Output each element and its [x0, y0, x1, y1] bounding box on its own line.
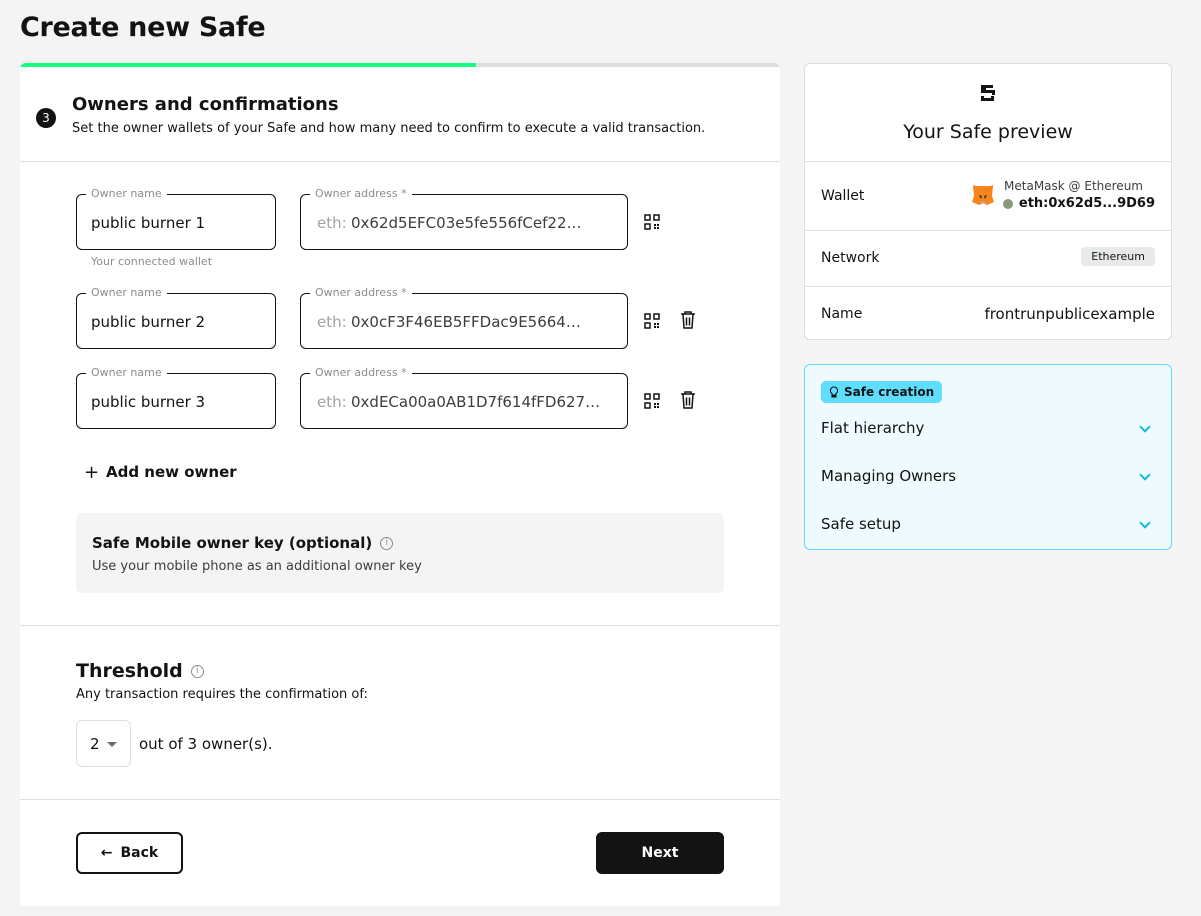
threshold-title: Threshold i: [76, 660, 204, 682]
mobile-owner-key-box[interactable]: Safe Mobile owner key (optional) i Use y…: [76, 513, 724, 593]
lightbulb-icon: [829, 386, 839, 398]
accordion-safe-setup[interactable]: Safe setup: [821, 510, 1157, 540]
address-prefix: eth:: [317, 393, 347, 411]
preview-title: Your Safe preview: [903, 121, 1073, 143]
back-button[interactable]: ← Back: [76, 832, 183, 874]
section-divider: [20, 799, 780, 800]
threshold-value: 2: [90, 735, 100, 753]
preview-name-row: Name frontrunpublicexample: [805, 286, 1171, 339]
info-icon[interactable]: i: [380, 536, 394, 550]
step-subtitle: Set the owner wallets of your Safe and h…: [72, 121, 706, 136]
chevron-down-icon: [1139, 421, 1151, 433]
safe-creation-chip-label: Safe creation: [844, 385, 935, 399]
network-label: Network: [821, 250, 880, 266]
safe-logo-icon: [981, 85, 995, 101]
owner-name-field[interactable]: Owner name public burner 1 Your connecte…: [76, 187, 276, 268]
add-owner-label: Add new owner: [106, 463, 237, 481]
threshold-suffix: out of 3 owner(s).: [139, 735, 273, 753]
owner-row-2: Owner name public burner 2 Owner address…: [76, 286, 716, 349]
owner-name-value: public burner 3: [91, 393, 206, 411]
owner-address-value: 0x0cF3F46EB5FFDac9E5664…: [351, 313, 581, 331]
owner-address-value: 0xdECa00a0AB1D7f614fFD627…: [351, 393, 601, 411]
safe-creation-tips-card: Safe creation Flat hierarchy Managing Ow…: [804, 364, 1172, 550]
safe-name-value: frontrunpublicexample: [984, 305, 1155, 323]
accordion-label: Managing Owners: [821, 467, 957, 485]
page-title: Create new Safe: [20, 12, 266, 43]
step-title: Owners and confirmations: [72, 94, 339, 115]
owner-name-value: public burner 2: [91, 313, 206, 331]
dropdown-caret-icon: [107, 742, 117, 747]
owner-address-field[interactable]: Owner address * eth: 0xdECa00a0AB1D7f614…: [300, 366, 628, 429]
wallet-label: Wallet: [821, 188, 865, 204]
owner-name-label: Owner name: [86, 366, 167, 379]
section-divider: [20, 625, 780, 626]
threshold-title-text: Threshold: [76, 660, 183, 682]
accordion-managing-owners[interactable]: Managing Owners: [821, 462, 1157, 492]
preview-wallet-row: Wallet MetaMask @ Ethereum eth:0x62d5...…: [805, 161, 1171, 230]
preview-network-row: Network Ethereum: [805, 230, 1171, 286]
safe-preview-card: Your Safe preview Wallet MetaMask @ Ethe…: [804, 63, 1172, 340]
threshold-select[interactable]: 2: [76, 720, 131, 767]
metamask-fox-icon: [972, 185, 994, 205]
next-button[interactable]: Next: [596, 832, 724, 874]
address-prefix: eth:: [317, 214, 347, 232]
step-header: 3 Owners and confirmations Set the owner…: [20, 67, 780, 162]
owner-name-label: Owner name: [86, 286, 167, 299]
mobile-owner-key-title: Safe Mobile owner key (optional) i: [92, 534, 394, 552]
owner-name-field[interactable]: Owner name public burner 2: [76, 286, 276, 349]
wallet-address-text: eth:0x62d5...9D69: [1018, 196, 1155, 211]
step-number-badge: 3: [36, 108, 56, 128]
address-prefix: eth:: [317, 313, 347, 331]
owner-row-3: Owner name public burner 3 Owner address…: [76, 366, 716, 429]
trash-icon[interactable]: [679, 390, 697, 410]
accordion-label: Flat hierarchy: [821, 419, 925, 437]
owner-address-field[interactable]: Owner address * eth: 0x62d5EFC03e5fe556f…: [300, 187, 628, 250]
qr-code-icon[interactable]: [644, 393, 660, 409]
accordion-label: Safe setup: [821, 515, 901, 533]
owner-address-value: 0x62d5EFC03e5fe556fCef22…: [351, 214, 582, 232]
threshold-description: Any transaction requires the confirmatio…: [76, 687, 368, 702]
plus-icon: +: [84, 461, 100, 483]
owner-helper-text: Your connected wallet: [91, 255, 213, 268]
owner-address-label: Owner address *: [310, 187, 412, 200]
network-dot-icon: [1002, 198, 1013, 209]
owners-step-card: 3 Owners and confirmations Set the owner…: [20, 63, 780, 906]
qr-code-icon[interactable]: [644, 313, 660, 329]
owner-name-label: Owner name: [86, 187, 167, 200]
owner-address-label: Owner address *: [310, 366, 412, 379]
network-chip: Ethereum: [1081, 247, 1155, 266]
name-label: Name: [821, 306, 863, 322]
mobile-owner-key-description: Use your mobile phone as an additional o…: [92, 559, 422, 574]
accordion-flat-hierarchy[interactable]: Flat hierarchy: [821, 414, 1157, 444]
wallet-address: eth:0x62d5...9D69: [1002, 196, 1155, 211]
owner-name-field[interactable]: Owner name public burner 3: [76, 366, 276, 429]
owner-address-label: Owner address *: [310, 286, 412, 299]
safe-creation-chip: Safe creation: [821, 381, 943, 403]
info-icon[interactable]: i: [190, 664, 204, 678]
back-button-label: Back: [120, 845, 159, 861]
arrow-left-icon: ←: [100, 845, 113, 861]
owner-address-field[interactable]: Owner address * eth: 0x0cF3F46EB5FFDac9E…: [300, 286, 628, 349]
qr-code-icon[interactable]: [644, 214, 660, 230]
trash-icon[interactable]: [679, 310, 697, 330]
chevron-down-icon: [1139, 517, 1151, 529]
owner-name-value: public burner 1: [91, 214, 206, 232]
owner-row-1: Owner name public burner 1 Your connecte…: [76, 187, 716, 268]
mobile-owner-key-title-text: Safe Mobile owner key (optional): [92, 534, 373, 552]
wallet-provider-name: MetaMask @ Ethereum: [1004, 179, 1143, 193]
add-owner-button[interactable]: + Add new owner: [84, 461, 237, 483]
chevron-down-icon: [1139, 469, 1151, 481]
